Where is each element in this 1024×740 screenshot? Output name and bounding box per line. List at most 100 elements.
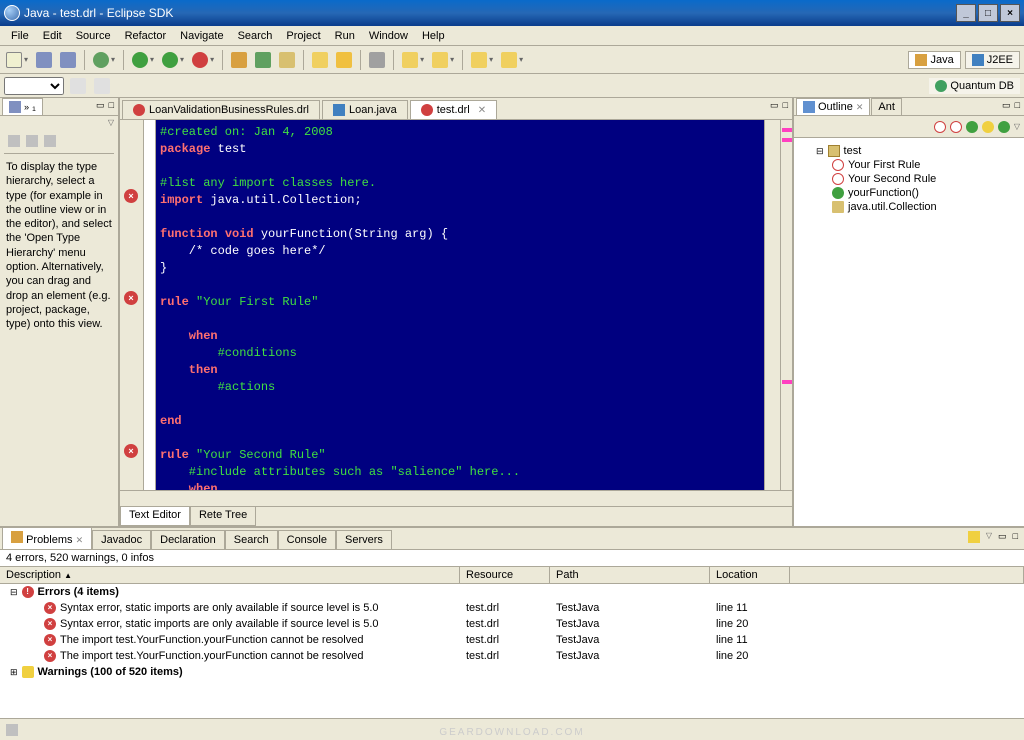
declaration-tab[interactable]: Declaration [151, 530, 225, 549]
menu-file[interactable]: File [4, 28, 36, 44]
menu-edit[interactable]: Edit [36, 28, 69, 44]
outline-tab[interactable]: Outline ✕ [796, 98, 870, 115]
maximize-pane-button[interactable]: □ [109, 100, 114, 113]
filter-func-icon[interactable] [966, 121, 978, 133]
history-dropdown[interactable] [4, 77, 64, 95]
problem-row[interactable]: × The import test.YourFunction.yourFunct… [0, 648, 1024, 664]
code-editor[interactable]: #created on: Jan 4, 2008 package test #l… [156, 120, 764, 490]
menu-help[interactable]: Help [415, 28, 452, 44]
minimize-button[interactable]: _ [956, 4, 976, 22]
editor-scrollbar-h[interactable] [120, 490, 792, 506]
view-menu-icon[interactable]: ▽ [986, 531, 992, 543]
hierarchy-tab[interactable]: »₁ [2, 98, 43, 115]
minimize-editor-button[interactable]: ▭ [770, 100, 779, 111]
col-description[interactable]: Description ▲ [0, 567, 460, 583]
problem-row[interactable]: × Syntax error, static imports are only … [0, 616, 1024, 632]
hierarchy-sub-icon[interactable] [44, 135, 56, 147]
rule-icon [832, 173, 844, 185]
close-tab-icon[interactable]: ✕ [478, 105, 486, 116]
status-icon [6, 724, 18, 736]
search-tab[interactable]: Search [225, 530, 278, 549]
bottom-tab-text-editor[interactable]: Text Editor [120, 507, 190, 526]
next-annotation-button[interactable]: ▾ [400, 50, 426, 70]
hierarchy-type-icon[interactable] [8, 135, 20, 147]
filter-icon[interactable] [968, 531, 980, 543]
zoom-in-button[interactable] [68, 76, 88, 96]
search-button[interactable] [334, 50, 354, 70]
overview-ruler[interactable] [780, 120, 792, 490]
zoom-out-button[interactable] [92, 76, 112, 96]
outline-root[interactable]: ⊟test [798, 144, 1020, 158]
new-folder-button[interactable] [277, 50, 297, 70]
fold-column[interactable] [144, 120, 156, 490]
outline-item-0[interactable]: Your First Rule [798, 158, 1020, 172]
menu-refactor[interactable]: Refactor [118, 28, 174, 44]
menu-search[interactable]: Search [231, 28, 280, 44]
java-icon [915, 54, 927, 66]
menu-project[interactable]: Project [279, 28, 327, 44]
menu-navigate[interactable]: Navigate [173, 28, 230, 44]
problem-row[interactable]: × The import test.YourFunction.yourFunct… [0, 632, 1024, 648]
console-tab[interactable]: Console [278, 530, 336, 549]
view-menu-button[interactable]: ▽ [108, 118, 114, 127]
minimize-pane-button[interactable]: ▭ [96, 100, 105, 113]
warnings-group[interactable]: ⊞ Warnings (100 of 520 items) [0, 664, 1024, 680]
problem-row[interactable]: × Syntax error, static imports are only … [0, 600, 1024, 616]
close-button[interactable]: × [1000, 4, 1020, 22]
maximize-editor-button[interactable]: □ [783, 100, 788, 111]
filter-rules-icon[interactable] [934, 121, 946, 133]
save-button[interactable] [34, 50, 54, 70]
menu-source[interactable]: Source [69, 28, 118, 44]
outline-item-3[interactable]: java.util.Collection [798, 200, 1020, 214]
perspective-java[interactable]: Java [908, 51, 960, 69]
col-resource[interactable]: Resource [460, 567, 550, 583]
editor-gutter[interactable]: × × × [120, 120, 144, 490]
error-marker-icon[interactable]: × [124, 444, 138, 458]
debug-button[interactable]: ▾ [91, 50, 117, 70]
maximize-button[interactable]: □ [978, 4, 998, 22]
minimize-problems-button[interactable]: ▭ [998, 531, 1007, 543]
ant-tab[interactable]: Ant [871, 98, 902, 115]
new-class-button[interactable] [253, 50, 273, 70]
print-button[interactable] [367, 50, 387, 70]
perspective-quantum[interactable]: Quantum DB [929, 78, 1020, 94]
error-marker-icon[interactable]: × [124, 189, 138, 203]
javadoc-tab[interactable]: Javadoc [92, 530, 151, 549]
maximize-problems-button[interactable]: □ [1013, 531, 1018, 543]
package-icon [828, 145, 840, 157]
col-path[interactable]: Path [550, 567, 710, 583]
perspective-j2ee[interactable]: J2EE [965, 51, 1020, 69]
menu-window[interactable]: Window [362, 28, 415, 44]
col-location[interactable]: Location [710, 567, 790, 583]
hierarchy-super-icon[interactable] [26, 135, 38, 147]
maximize-outline-button[interactable]: □ [1015, 100, 1020, 113]
errors-group[interactable]: ⊟ ! Errors (4 items) [0, 584, 1024, 600]
filter-other-icon[interactable] [982, 121, 994, 133]
outline-item-1[interactable]: Your Second Rule [798, 172, 1020, 186]
run-button[interactable]: ▾ [130, 50, 156, 70]
new-package-button[interactable] [229, 50, 249, 70]
new-button[interactable]: ▾ [4, 50, 30, 70]
open-type-button[interactable] [310, 50, 330, 70]
filter-rules2-icon[interactable] [950, 121, 962, 133]
editor-tab-1[interactable]: Loan.java [322, 100, 408, 119]
editor-bottom-tabs: Text Editor Rete Tree [120, 506, 792, 526]
servers-tab[interactable]: Servers [336, 530, 392, 549]
error-marker-icon[interactable]: × [124, 291, 138, 305]
prev-annotation-button[interactable]: ▾ [430, 50, 456, 70]
run-last-button[interactable]: ▾ [160, 50, 186, 70]
back-button[interactable]: ▾ [469, 50, 495, 70]
external-tools-button[interactable]: ▾ [190, 50, 216, 70]
save-all-button[interactable] [58, 50, 78, 70]
editor-tab-2[interactable]: test.drl✕ [410, 100, 497, 119]
editor-scrollbar-v[interactable] [764, 120, 780, 490]
minimize-outline-button[interactable]: ▭ [1002, 100, 1011, 113]
menu-run[interactable]: Run [328, 28, 362, 44]
outline-menu-button[interactable]: ▽ [1014, 122, 1020, 131]
bottom-tab-rete-tree[interactable]: Rete Tree [190, 507, 256, 526]
sort-icon[interactable] [998, 121, 1010, 133]
forward-button[interactable]: ▾ [499, 50, 525, 70]
editor-tab-0[interactable]: LoanValidationBusinessRules.drl [122, 100, 320, 119]
problems-tab[interactable]: Problems ✕ [2, 527, 92, 549]
outline-item-2[interactable]: yourFunction() [798, 186, 1020, 200]
